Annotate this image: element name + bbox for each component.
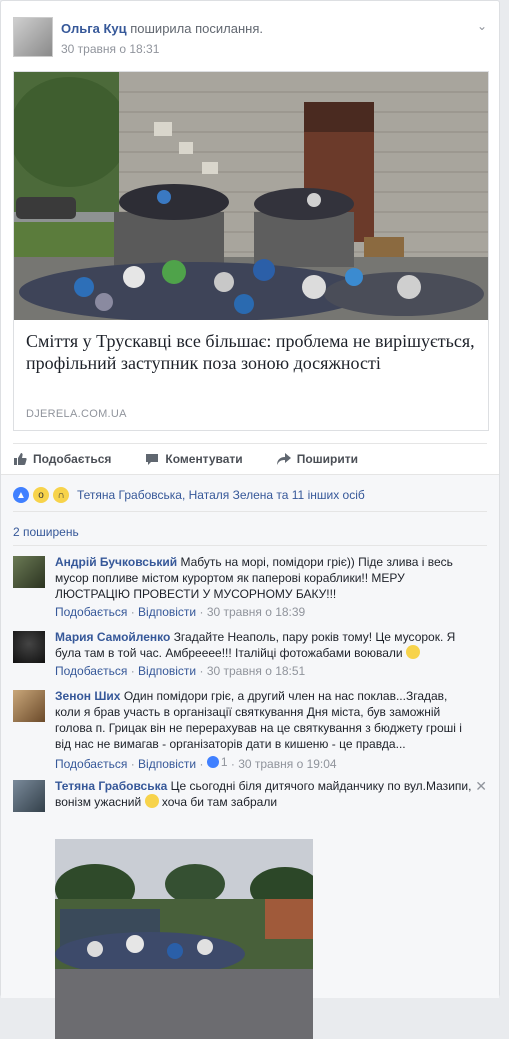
comment-meta: Подобається · Відповісти · 30 травня о 1… xyxy=(55,664,306,678)
grin-emoji-icon xyxy=(405,645,420,659)
commenter-avatar[interactable] xyxy=(13,556,45,588)
comment-text-continued: хоча би там забрали xyxy=(161,795,278,809)
post-card: Ольга Куц поширила посилання. 30 травня … xyxy=(0,0,500,1039)
action-bar: Подобається Коментувати Поширити xyxy=(13,443,487,473)
preview-title[interactable]: Сміття у Трускавці все більшає: проблема… xyxy=(26,330,476,374)
like-reaction-icon xyxy=(206,756,219,768)
comment: Тетяна Грабовська Це сьогодні біля дитяч… xyxy=(13,778,487,1039)
comment: Андрій Бучковський Мабуть на морі, помід… xyxy=(13,554,487,619)
sad-reaction-icon: ∩ xyxy=(53,487,69,503)
comment-time[interactable]: 30 травня о 19:04 xyxy=(238,757,336,771)
share-label: Поширити xyxy=(296,451,358,466)
comment-button[interactable]: Коментувати xyxy=(145,451,243,466)
close-icon[interactable]: ✕ xyxy=(475,778,487,795)
comment-meta: Подобається · Відповісти · 30 травня о 1… xyxy=(55,605,306,619)
commenter-name[interactable]: Андрій Бучковський xyxy=(55,555,177,569)
commenter-name[interactable]: Тетяна Грабовська xyxy=(55,779,167,793)
comment-reply-link[interactable]: Відповісти xyxy=(138,664,196,678)
like-button[interactable]: Подобається xyxy=(13,452,111,466)
feedback-area: ▲ o ∩ Тетяна Грабовська, Наталя Зелена т… xyxy=(1,474,499,1039)
comment-like-count[interactable]: 1 xyxy=(206,754,228,770)
commenter-name[interactable]: Мария Самойленко xyxy=(55,630,170,644)
comment-reply-link[interactable]: Відповісти xyxy=(138,757,196,771)
author-name[interactable]: Ольга Куц xyxy=(61,21,127,36)
comment-label: Коментувати xyxy=(165,451,243,466)
thinking-emoji-icon xyxy=(144,794,159,808)
like-reaction-icon: ▲ xyxy=(13,487,29,503)
commenter-avatar[interactable] xyxy=(13,631,45,663)
like-label: Подобається xyxy=(33,451,112,466)
divider xyxy=(13,511,487,512)
shares-count[interactable]: 2 поширень xyxy=(13,525,79,539)
post-timestamp[interactable]: 30 травня о 18:31 xyxy=(61,42,159,56)
share-button[interactable]: Поширити xyxy=(276,451,358,466)
comment: Зенон Ших Один помідори гріє, а другий ч… xyxy=(13,688,487,771)
comment-like-link[interactable]: Подобається xyxy=(55,664,127,678)
commenter-avatar[interactable] xyxy=(13,780,45,812)
comment-time[interactable]: 30 травня о 18:39 xyxy=(207,605,305,619)
wow-reaction-icon: o xyxy=(33,487,49,503)
comment-body: Зенон Ших Один помідори гріє, а другий ч… xyxy=(55,688,473,772)
post-header: Ольга Куц поширила посилання. 30 травня … xyxy=(13,17,487,61)
commenter-name[interactable]: Зенон Ших xyxy=(55,689,120,703)
comment-body: Тетяна Грабовська Це сьогодні біля дитяч… xyxy=(55,778,473,810)
commenter-avatar[interactable] xyxy=(13,690,45,722)
share-icon xyxy=(276,452,291,465)
divider xyxy=(13,545,487,546)
preview-image[interactable] xyxy=(14,72,488,320)
author-line: Ольга Куц поширила посилання. xyxy=(61,21,263,36)
author-avatar[interactable] xyxy=(13,17,53,57)
link-preview[interactable]: Сміття у Трускавці все більшає: проблема… xyxy=(13,71,489,431)
comment-like-link[interactable]: Подобається xyxy=(55,757,127,771)
comment-like-link[interactable]: Подобається xyxy=(55,605,127,619)
comment-body: Андрій Бучковський Мабуть на морі, помід… xyxy=(55,554,473,620)
comment: Мария Самойленко Згадайте Неаполь, пару … xyxy=(13,629,487,679)
preview-domain: DJERELA.COM.UA xyxy=(26,408,127,420)
comment-reply-link[interactable]: Відповісти xyxy=(138,605,196,619)
reactions-summary[interactable]: ▲ o ∩ Тетяна Грабовська, Наталя Зелена т… xyxy=(13,485,487,505)
comment-body: Мария Самойленко Згадайте Неаполь, пару … xyxy=(55,629,473,679)
chevron-down-icon[interactable]: ⌄ xyxy=(477,19,487,33)
comment-meta: Подобається · Відповісти · 1 · 30 травня… xyxy=(55,754,337,771)
reactions-text[interactable]: Тетяна Грабовська, Наталя Зелена та 11 і… xyxy=(77,488,365,502)
comment-photo[interactable] xyxy=(55,839,313,1039)
author-action: поширила посилання. xyxy=(130,21,263,36)
comment-icon xyxy=(146,453,159,465)
comment-time[interactable]: 30 травня о 18:51 xyxy=(207,664,305,678)
thumbs-up-icon xyxy=(14,452,27,465)
